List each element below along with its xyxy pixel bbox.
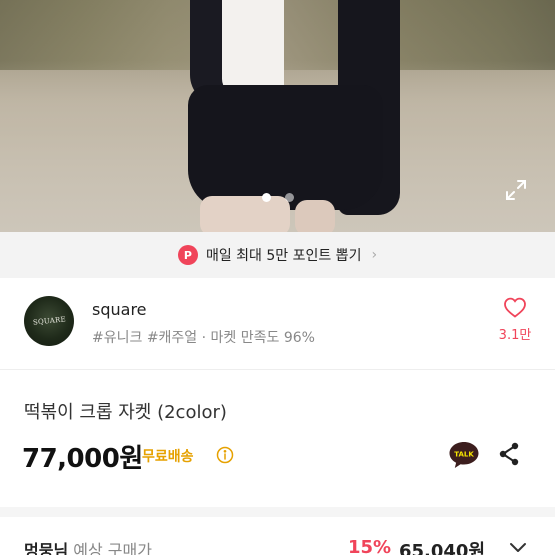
- expected-price-label: 멍뭉님 예상 구매가: [24, 537, 152, 555]
- expand-icon[interactable]: [504, 178, 528, 202]
- member-name: 멍뭉님: [24, 541, 69, 555]
- share-icon[interactable]: [497, 441, 521, 467]
- banner-text: 매일 최대 5만 포인트 뽑기: [205, 248, 362, 264]
- point-draw-banner[interactable]: P 매일 최대 5만 포인트 뽑기 ›: [0, 232, 555, 278]
- expected-price-row[interactable]: 멍뭉님 예상 구매가 15% 65,040원: [0, 517, 555, 555]
- kakao-talk-icon[interactable]: TALK: [448, 440, 480, 470]
- product-page: P 매일 최대 5만 포인트 뽑기 › SQUARE square #유니크 #…: [0, 0, 555, 555]
- info-icon[interactable]: [216, 446, 234, 464]
- free-shipping-label: 무료배송: [142, 449, 194, 465]
- seller-name[interactable]: square: [92, 300, 147, 319]
- seller-info: SQUARE square #유니크 #캐주얼 · 마켓 만족도 96% 3.1…: [0, 278, 555, 370]
- product-title: 떡볶이 크롭 자켓 (2color): [24, 402, 227, 423]
- like-count: 3.1만: [498, 328, 532, 343]
- discount-rate: 15%: [348, 537, 392, 555]
- product-image-carousel[interactable]: [0, 0, 555, 232]
- point-badge-icon: P: [177, 245, 198, 265]
- seller-avatar[interactable]: SQUARE: [24, 296, 74, 346]
- expected-price: 65,040원: [399, 541, 486, 555]
- carousel-dot-2[interactable]: [284, 193, 294, 202]
- like-button[interactable]: 3.1만: [490, 296, 540, 343]
- product-price: 77,000원: [22, 444, 143, 474]
- chevron-right-icon: ›: [371, 247, 378, 263]
- carousel-dot-1[interactable]: [261, 193, 271, 202]
- seller-avatar-logo: SQUARE: [32, 315, 66, 327]
- heart-icon: [504, 297, 526, 318]
- carousel-indicator: [0, 193, 555, 205]
- chevron-down-icon[interactable]: [508, 541, 528, 555]
- seller-tags: #유니크 #캐주얼 · 마켓 만족도 96%: [92, 330, 315, 346]
- skirt: [188, 85, 383, 210]
- shirt: [222, 0, 284, 95]
- section-divider: [0, 507, 555, 517]
- svg-text:TALK: TALK: [454, 451, 474, 459]
- member-label: 예상 구매가: [73, 541, 152, 555]
